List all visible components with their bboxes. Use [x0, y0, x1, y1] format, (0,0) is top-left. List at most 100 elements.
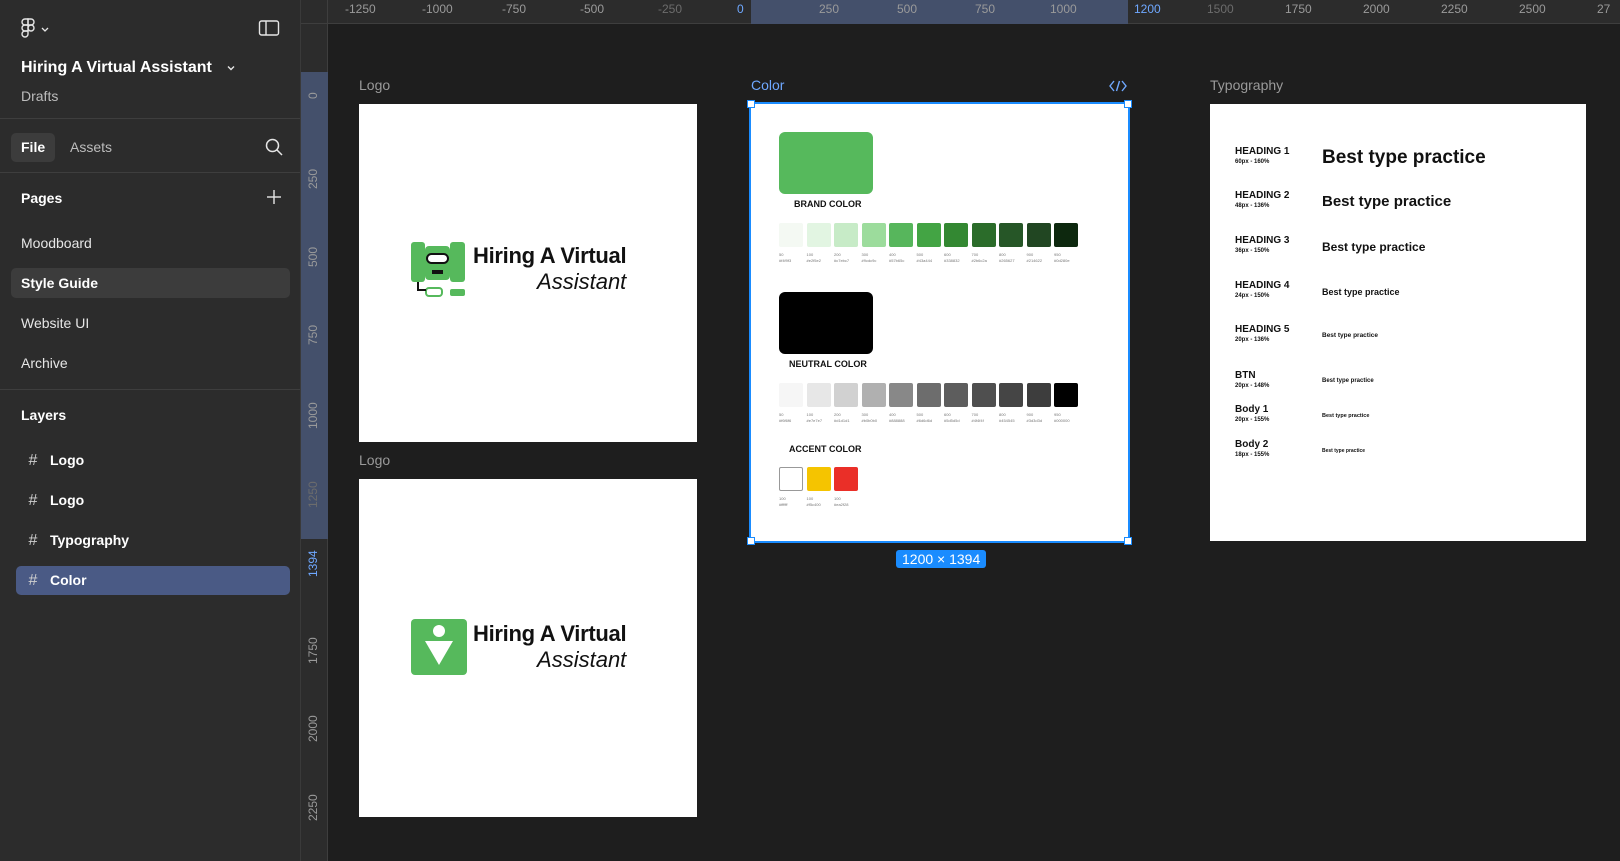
accent-color-chip [834, 467, 858, 491]
neutral-chip-code: #000000 [1054, 418, 1070, 423]
layer-item-logo[interactable]: # Logo [16, 486, 290, 515]
accent-color-chip [806, 467, 831, 491]
brand-chip-label: 50 [779, 252, 784, 257]
type-style-spec: 20px - 155% [1235, 417, 1270, 423]
type-style-name: HEADING 5 [1235, 324, 1290, 335]
neutral-color-heading: NEUTRAL COLOR [789, 359, 867, 369]
plus-icon[interactable] [266, 189, 282, 205]
neutral-color-chip [916, 383, 941, 407]
file-title[interactable]: Hiring A Virtual Assistant [21, 59, 236, 77]
logo-line-1: Hiring A Virtual [473, 243, 627, 268]
brand-chip-code: #265627 [999, 258, 1015, 263]
neutral-chip-label: 100 [806, 412, 814, 417]
ruler-tick-label: 2500 [1519, 2, 1546, 16]
ruler-tick-label: 0 [737, 2, 744, 16]
layer-label: Typography [50, 532, 130, 548]
tab-assets[interactable]: Assets [60, 133, 122, 162]
type-style-spec: 24px - 150% [1235, 293, 1270, 299]
tab-file[interactable]: File [11, 133, 56, 162]
brand-color-chip [861, 223, 886, 247]
brand-chip-label: 700 [971, 252, 979, 257]
type-sample: Best type practice [1322, 378, 1374, 385]
file-location[interactable]: Drafts [21, 88, 58, 104]
brand-chip-code: #43a444 [916, 258, 933, 263]
layers-title: Layers [21, 407, 67, 423]
neutral-chip-label: 500 [916, 412, 924, 417]
person-logo-icon [411, 619, 467, 675]
frame-logo[interactable]: Hiring A Virtual Assistant [359, 479, 697, 817]
type-style-name: HEADING 3 [1235, 235, 1290, 246]
neutral-color-chip [971, 383, 996, 407]
brand-color-chip [971, 223, 996, 247]
brand-chip-label: 100 [806, 252, 814, 257]
page-item-moodboard[interactable]: Moodboard [11, 228, 290, 258]
code-icon[interactable] [1109, 80, 1127, 92]
logo-wordmark: Hiring A Virtual Assistant [473, 243, 627, 293]
ruler-tick-label: 1500 [1207, 2, 1234, 16]
frame-label-color[interactable]: Color [751, 77, 784, 93]
neutral-chip-code: #888888 [889, 418, 905, 423]
layer-label: Logo [50, 452, 85, 468]
ruler-tick-label: 1750 [306, 637, 320, 664]
brand-chip-code: #214622 [1026, 258, 1043, 263]
canvas[interactable]: Logo Hiring A Virtual Assistant Logo Hir… [329, 25, 1620, 861]
layer-item-color[interactable]: # Color [16, 566, 290, 595]
frame-label-typography[interactable]: Typography [1210, 77, 1283, 93]
resize-handle-br[interactable] [1124, 537, 1132, 545]
layer-item-typography[interactable]: # Typography [16, 526, 290, 555]
type-sample: Best type practice [1322, 448, 1366, 454]
type-style-spec: 36px - 150% [1235, 248, 1270, 254]
page-item-archive[interactable]: Archive [11, 348, 290, 378]
hash-icon: # [28, 572, 38, 589]
logo-wordmark: Hiring A Virtual Assistant [473, 623, 627, 671]
neutral-chip-label: 200 [834, 412, 841, 417]
ruler-tick-label: 250 [306, 168, 320, 189]
left-ruler[interactable]: 0 250 500 750 1000 1250 1394 1750 2000 2… [301, 24, 328, 861]
neutral-color-chip [779, 383, 803, 407]
brand-chip-code: #0d280e [1054, 258, 1070, 263]
resize-handle-tr[interactable] [1124, 100, 1132, 108]
layer-item-logo[interactable]: # Logo [16, 446, 290, 475]
logo-assistant-person: Hiring A Virtual Assistant [411, 619, 627, 675]
main-menu-button[interactable] [20, 18, 50, 40]
top-ruler[interactable]: -1250 -1000 -750 -500 -250 0 250 500 750… [301, 0, 1620, 24]
divider [0, 172, 300, 173]
frame-label-logo[interactable]: Logo [359, 452, 390, 468]
neutral-chip-label: 700 [971, 412, 979, 417]
type-style-spec: 48px - 136% [1235, 203, 1270, 209]
brand-color-chip [806, 223, 831, 247]
type-style-name: BTN [1235, 370, 1256, 381]
resize-handle-bl[interactable] [747, 537, 755, 545]
brand-chip-code: #e2f5e2 [806, 258, 821, 263]
type-sample: Best type practice [1322, 146, 1486, 168]
brand-chip-code: #9cdc9c [861, 258, 877, 263]
neutral-chip-label: 600 [944, 412, 951, 417]
brand-color-swatch [779, 132, 873, 194]
sidebar-header [0, 0, 300, 58]
brand-chip-label: 400 [889, 252, 896, 257]
accent-chip-code: #ea2f28 [834, 502, 849, 507]
brand-chip-label: 900 [1026, 252, 1034, 257]
type-sample: Best type practice [1322, 286, 1400, 297]
frame-label-logo[interactable]: Logo [359, 77, 390, 93]
page-item-style-guide[interactable]: Style Guide [11, 268, 290, 298]
resize-handle-tl[interactable] [747, 100, 755, 108]
ruler-tick-label: -1250 [345, 2, 376, 16]
layer-label: Logo [50, 492, 85, 508]
type-style-name: Body 2 [1235, 439, 1269, 450]
frame-logo[interactable]: Hiring A Virtual Assistant [359, 104, 697, 442]
type-sample: Best type practice [1322, 332, 1378, 340]
brand-chip-label: 500 [916, 252, 924, 257]
accent-color-chip [779, 467, 803, 491]
ruler-tick-label: 2000 [306, 715, 320, 742]
frame-typography[interactable]: HEADING 1 60px - 160% Best type practice HE… [1210, 104, 1586, 541]
search-icon[interactable] [264, 137, 284, 157]
page-item-website-ui[interactable]: Website UI [11, 308, 290, 338]
figma-app: Hiring A Virtual Assistant Drafts File A… [0, 0, 1620, 861]
robot-logo-icon [411, 242, 465, 297]
frame-color[interactable]: BRAND COLOR 50 #f4f9f3 100 #e2f5e2 200 #c7ebc… [749, 102, 1130, 543]
neutral-chip-label: 50 [779, 412, 784, 417]
sidebar-toggle-icon[interactable] [258, 18, 280, 38]
type-style-name: HEADING 2 [1235, 190, 1290, 201]
ruler-tick-label: 27 [1597, 2, 1611, 16]
